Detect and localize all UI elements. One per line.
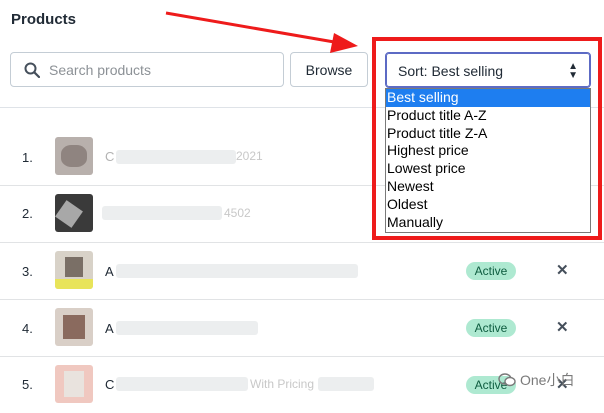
product-thumbnail	[55, 194, 93, 232]
product-title-suffix: 2021	[236, 149, 263, 163]
product-title-fragment: C	[105, 377, 115, 392]
product-row-4[interactable]: 4. A Active ✕	[0, 300, 604, 356]
row-index: 1.	[22, 150, 33, 165]
wechat-icon	[498, 373, 516, 387]
sort-option-title-a-z[interactable]: Product title A-Z	[386, 107, 590, 125]
product-thumbnail	[55, 308, 93, 346]
search-field[interactable]	[10, 52, 284, 87]
product-row-3[interactable]: 3. A Active ✕	[0, 243, 604, 299]
sort-select[interactable]: Sort: Best selling ▲ ▼	[385, 52, 591, 88]
close-icon[interactable]: ✕	[556, 261, 569, 279]
sort-option-oldest[interactable]: Oldest	[386, 196, 590, 214]
sort-option-manually[interactable]: Manually	[386, 214, 590, 232]
blurred-title	[116, 150, 236, 164]
row-index: 5.	[22, 377, 33, 392]
sort-option-title-z-a[interactable]: Product title Z-A	[386, 125, 590, 143]
search-input[interactable]	[49, 54, 275, 85]
sort-option-newest[interactable]: Newest	[386, 178, 590, 196]
row-index: 2.	[22, 206, 33, 221]
watermark: One小白	[498, 370, 574, 390]
product-thumbnail	[55, 251, 93, 289]
sort-option-lowest-price[interactable]: Lowest price	[386, 160, 590, 178]
sort-caret-icon: ▲ ▼	[568, 61, 578, 81]
page-title: Products	[11, 11, 77, 28]
browse-button[interactable]: Browse	[290, 52, 368, 87]
blurred-title	[116, 377, 248, 391]
watermark-text: One小白	[520, 372, 575, 388]
blurred-title	[116, 264, 358, 278]
blurred-title	[318, 377, 374, 391]
product-thumbnail	[55, 365, 93, 403]
sort-select-label: Sort: Best selling	[398, 63, 504, 79]
product-title-suffix: With Pricing	[250, 377, 315, 391]
product-title-fragment: A	[105, 321, 114, 336]
product-title-fragment: C	[105, 149, 115, 164]
product-title-fragment: A	[105, 264, 114, 279]
sort-dropdown[interactable]: Best selling Product title A-Z Product t…	[385, 88, 591, 233]
close-icon[interactable]: ✕	[556, 318, 569, 336]
blurred-title	[102, 206, 222, 220]
row-index: 3.	[22, 264, 33, 279]
blurred-title	[116, 321, 258, 335]
status-badge: Active	[466, 319, 516, 337]
sort-option-highest-price[interactable]: Highest price	[386, 142, 590, 160]
status-badge: Active	[466, 262, 516, 280]
product-title-suffix: 4502	[224, 206, 251, 220]
row-index: 4.	[22, 321, 33, 336]
sort-option-best-selling[interactable]: Best selling	[386, 89, 590, 107]
product-thumbnail	[55, 137, 93, 175]
search-icon	[24, 62, 40, 78]
